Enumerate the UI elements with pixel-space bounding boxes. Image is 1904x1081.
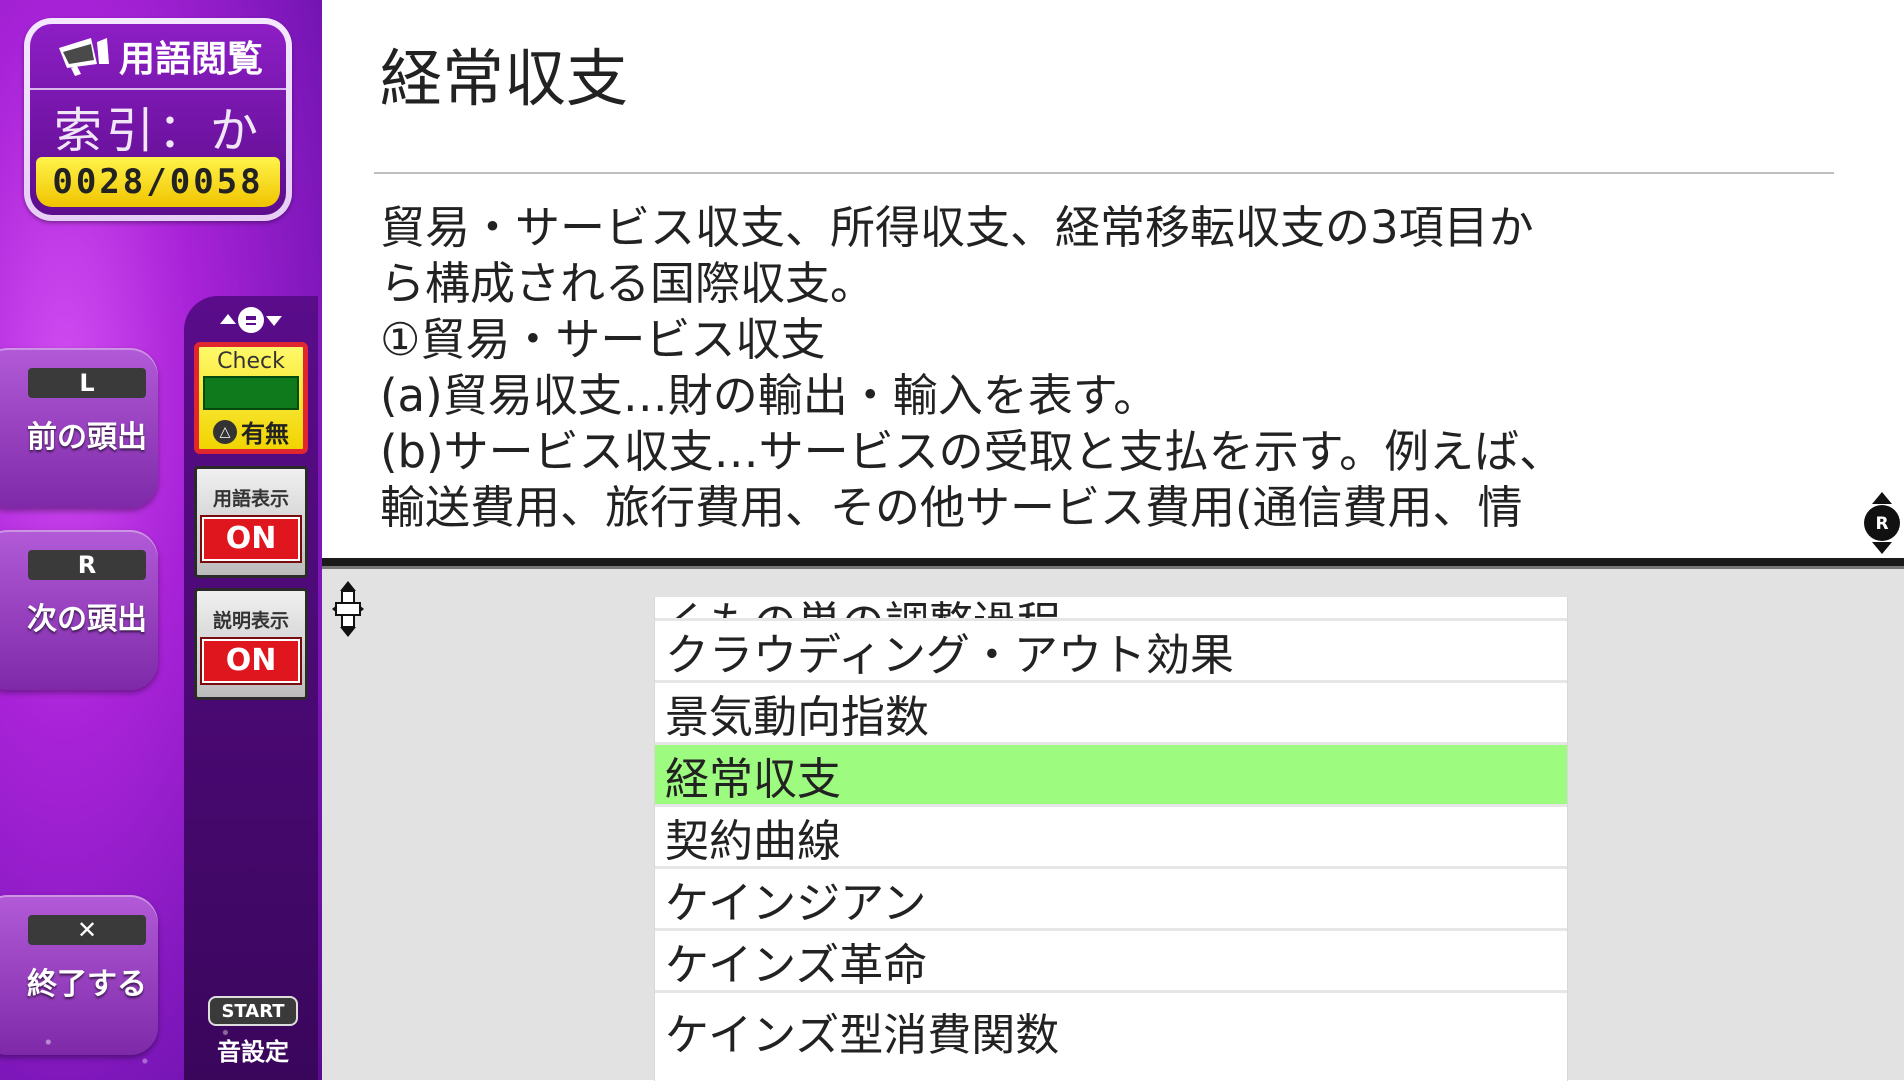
term-title: 経常収支 (380, 42, 629, 115)
tool-column: Check △ 有無 用語表示 ON 説明表示 ON START 音設定 (184, 296, 318, 1080)
next-heading-button[interactable]: R 次の頭出 (0, 530, 158, 690)
r-key-label: R (28, 550, 146, 580)
exit-label: 終了する (27, 967, 147, 1002)
desc-display-state: ON (202, 638, 300, 683)
sidebar: 用語閲覧 索引：か 0028/0058 L 前の頭出 R 次の頭出 ✕ 終了する… (0, 0, 322, 1080)
triangle-button-icon: △ (213, 419, 237, 444)
check-toggle[interactable]: Check △ 有無 (194, 342, 308, 454)
start-key-label: START (208, 996, 298, 1026)
list-item[interactable]: ケインズ革命 (655, 931, 1567, 993)
description-text[interactable]: 貿易・サービス収支、所得収支、経常移転収支の3項目か ら構成される国際収支。 ①… (380, 200, 1850, 545)
dpad-icon (332, 581, 364, 637)
sound-settings-button[interactable]: START 音設定 (208, 996, 298, 1067)
check-foot-label: 有無 (241, 420, 289, 448)
pane-divider (322, 558, 1904, 569)
description-line: (a)貿易収支…財の輸出・輸入を表す。 (380, 369, 1159, 422)
description-pane: 経常収支 貿易・サービス収支、所得収支、経常移転収支の3項目か ら構成される国際… (322, 0, 1904, 558)
index-label: 索引：か (53, 103, 262, 159)
list-item[interactable]: 契約曲線 (655, 807, 1567, 869)
desc-display-toggle[interactable]: 説明表示 ON (194, 588, 308, 700)
description-line: (b)サービス収支…サービスの受取と支払を示す。例えば、 (380, 425, 1565, 478)
sound-settings-label: 音設定 (217, 1038, 289, 1066)
check-title: Check (217, 349, 285, 374)
term-list[interactable]: くもの巣の調整過程 クラウディング・アウト効果 景気動向指数 経常収支 契約曲線… (654, 597, 1568, 1081)
term-counter: 0028/0058 (36, 157, 280, 207)
description-line: 輸送費用、旅行費用、その他サービス費用(通信費用、情 (380, 481, 1523, 534)
mode-label: 用語閲覧 (118, 39, 263, 80)
list-item[interactable]: クラウディング・アウト効果 (655, 621, 1567, 683)
next-heading-label: 次の頭出 (27, 602, 147, 637)
mode-panel: 用語閲覧 索引：か 0028/0058 (24, 18, 292, 221)
megaphone-icon (58, 38, 109, 76)
list-item[interactable]: くもの巣の調整過程 (655, 597, 1567, 621)
list-item[interactable]: 景気動向指数 (655, 683, 1567, 745)
term-display-state: ON (202, 516, 300, 561)
updown-selector[interactable] (184, 302, 318, 338)
x-key-label: ✕ (28, 915, 146, 945)
term-list-pane: くもの巣の調整過程 クラウディング・アウト効果 景気動向指数 経常収支 契約曲線… (322, 569, 1904, 1081)
prev-heading-label: 前の頭出 (27, 420, 147, 455)
term-display-toggle[interactable]: 用語表示 ON (194, 466, 308, 578)
r-scroll-icon[interactable]: R (1860, 490, 1904, 556)
description-line: ①貿易・サービス収支 (380, 313, 826, 366)
check-indicator (203, 376, 299, 410)
dpad-updown-icon (220, 307, 282, 333)
term-display-label: 用語表示 (212, 487, 289, 510)
exit-button[interactable]: ✕ 終了する (0, 895, 158, 1055)
mode-header: 用語閲覧 (30, 24, 286, 90)
desc-display-label: 説明表示 (212, 609, 289, 632)
prev-heading-button[interactable]: L 前の頭出 (0, 348, 158, 508)
list-item-selected[interactable]: 経常収支 (655, 745, 1567, 807)
list-item[interactable]: ケインズ型消費関数 (655, 993, 1567, 1055)
description-line: ら構成される国際収支。 (380, 257, 876, 310)
list-item[interactable]: ケインジアン (655, 869, 1567, 931)
svg-text:R: R (1875, 514, 1888, 534)
description-line: 貿易・サービス収支、所得収支、経常移転収支の3項目か (380, 201, 1534, 254)
l-key-label: L (28, 368, 146, 398)
title-divider (374, 172, 1834, 174)
